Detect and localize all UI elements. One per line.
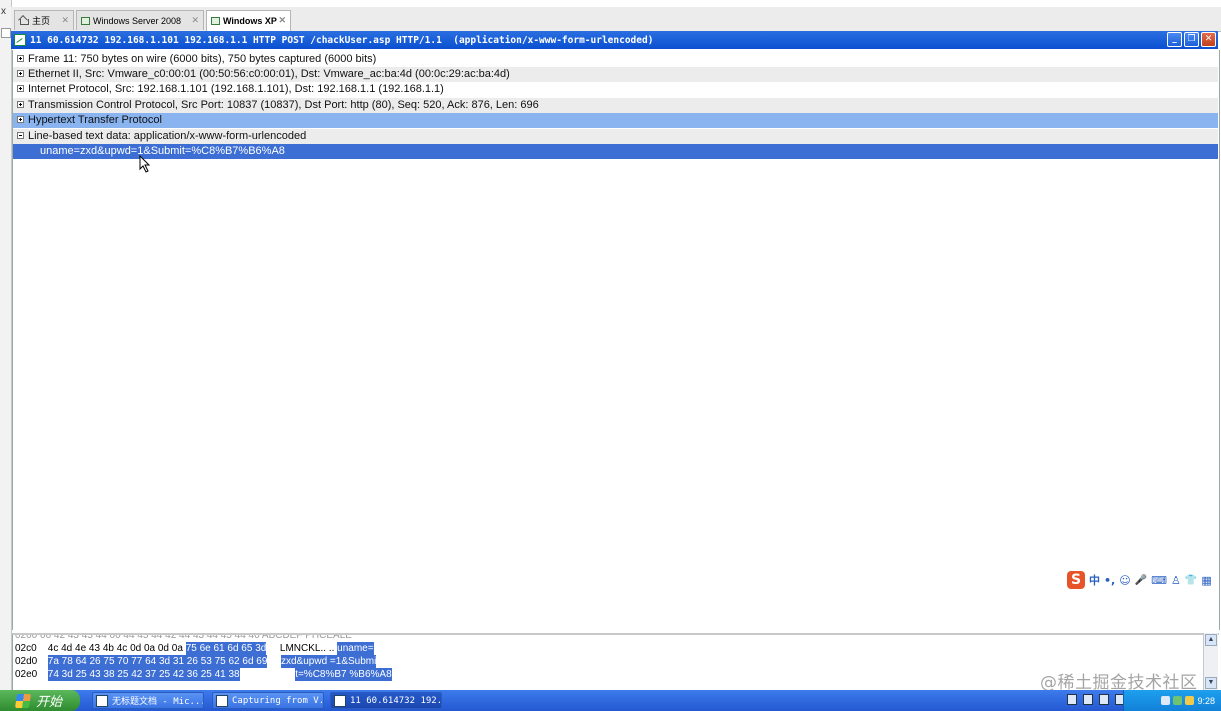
- bytes-row[interactable]: 02e0 74 3d 25 43 38 25 42 37 25 42 36 25…: [15, 668, 392, 681]
- tree-row-http[interactable]: Hypertext Transfer Protocol: [13, 113, 1218, 128]
- expand-icon[interactable]: [17, 70, 24, 77]
- close-button[interactable]: ✕: [1201, 32, 1216, 47]
- windows-logo-icon: [15, 693, 31, 708]
- expand-icon[interactable]: [17, 55, 24, 62]
- microphone-icon[interactable]: 🎤: [1135, 575, 1147, 586]
- mouse-cursor-icon: [139, 155, 151, 173]
- home-icon: [19, 16, 29, 25]
- taskbar: 开始 无标题文档 - Mic... Capturing from V... 11…: [0, 690, 1221, 711]
- tab-windows-xp[interactable]: Windows XP ✕: [206, 10, 291, 31]
- bytes-row[interactable]: 02d0 7a 78 64 26 75 70 77 64 3d 31 26 53…: [15, 655, 377, 668]
- vm-tab-bar: 主页 ✕ Windows Server 2008 ✕ Windows XP ✕: [11, 7, 1221, 32]
- user-icon[interactable]: ♙: [1171, 574, 1181, 587]
- expand-icon[interactable]: [17, 101, 24, 108]
- window-title-bar[interactable]: 11 60.614732 192.168.1.101 192.168.1.1 H…: [11, 31, 1218, 49]
- tab-home[interactable]: 主页 ✕: [14, 10, 74, 30]
- vm-icon: [81, 16, 90, 25]
- network-icon[interactable]: [1161, 696, 1171, 705]
- tree-row-ip[interactable]: Internet Protocol, Src: 192.168.1.101 (1…: [13, 82, 1218, 97]
- tab-windows-server-2008[interactable]: Windows Server 2008 ✕: [76, 10, 204, 30]
- sogou-logo-icon[interactable]: S: [1067, 571, 1085, 589]
- expand-icon[interactable]: [17, 116, 24, 123]
- tab-close-icon[interactable]: ✕: [278, 15, 286, 26]
- tree-row-tcp[interactable]: Transmission Control Protocol, Src Port:…: [13, 98, 1218, 113]
- tab-close-icon[interactable]: ✕: [61, 15, 69, 26]
- tree-row-ethernet[interactable]: Ethernet II, Src: Vmware_c0:00:01 (00:50…: [13, 67, 1218, 82]
- tab-close-icon[interactable]: ✕: [191, 15, 199, 26]
- document-icon: [96, 694, 108, 707]
- keyboard-icon[interactable]: [1067, 694, 1077, 705]
- ime-toolbar[interactable]: S 中 •, ☺ 🎤 ⌨ ♙ 👕 ▦: [1067, 570, 1212, 590]
- vm-icon: [211, 17, 220, 25]
- window-title: 11 60.614732 192.168.1.101 192.168.1.1 H…: [30, 34, 654, 46]
- expand-icon[interactable]: [17, 85, 24, 92]
- volume-icon[interactable]: [1185, 696, 1195, 705]
- skin-icon[interactable]: 👕: [1185, 575, 1197, 586]
- tab-label: Windows XP: [223, 16, 277, 26]
- scroll-down-icon[interactable]: ▼: [1205, 677, 1217, 689]
- collapse-icon[interactable]: [17, 132, 24, 139]
- wireshark-icon: [216, 694, 228, 707]
- pin-icon[interactable]: [1099, 694, 1109, 705]
- toolbox-icon[interactable]: ▦: [1201, 574, 1211, 587]
- help-icon[interactable]: [1083, 694, 1093, 705]
- punctuation-icon[interactable]: •,: [1104, 574, 1115, 587]
- taskbar-button-packet[interactable]: 11 60.614732 192...: [330, 692, 442, 709]
- packet-details-tree: Frame 11: 750 bytes on wire (6000 bits),…: [12, 50, 1220, 630]
- wireshark-icon: [14, 34, 26, 46]
- left-gutter: x: [0, 0, 12, 690]
- bytes-row-partial: 0200 00 42 43 45 44 00 44 45 44 42 44 43…: [15, 633, 352, 641]
- tree-row-form-data[interactable]: uname=zxd&upwd=1&Submit=%C8%B7%B6%A8: [13, 144, 1218, 159]
- packet-bytes-pane: 0200 00 42 43 45 44 00 44 45 44 42 44 43…: [12, 633, 1219, 692]
- taskbar-button-capturing[interactable]: Capturing from V...: [212, 692, 324, 709]
- ime-mode-toggle[interactable]: 中: [1089, 572, 1100, 588]
- system-tray: 9:28: [1123, 690, 1221, 711]
- tab-label: 主页: [32, 16, 51, 26]
- restore-button[interactable]: ❐: [1184, 32, 1199, 47]
- bytes-row[interactable]: 02c0 4c 4d 4e 43 4b 4c 0d 0a 0d 0a 75 6e…: [15, 642, 374, 655]
- emoji-icon[interactable]: ☺: [1119, 574, 1130, 587]
- bytes-scrollbar[interactable]: ▲ ▼: [1203, 633, 1218, 690]
- start-button[interactable]: 开始: [0, 690, 80, 711]
- clock[interactable]: 9:28: [1197, 696, 1215, 706]
- scroll-up-icon[interactable]: ▲: [1205, 634, 1217, 646]
- quick-tray-icons: [1067, 694, 1125, 705]
- tab-label: Windows Server 2008: [93, 15, 182, 26]
- tree-row-line-based-text[interactable]: Line-based text data: application/x-www-…: [13, 129, 1218, 144]
- wireshark-icon: [334, 694, 346, 707]
- keyboard-icon[interactable]: ⌨: [1151, 574, 1167, 587]
- dropdown-icon[interactable]: [1, 28, 11, 38]
- close-icon[interactable]: x: [1, 6, 6, 17]
- taskbar-button-document[interactable]: 无标题文档 - Mic...: [92, 692, 204, 709]
- tree-row-frame[interactable]: Frame 11: 750 bytes on wire (6000 bits),…: [13, 52, 1218, 67]
- security-icon[interactable]: [1173, 696, 1183, 705]
- minimize-button[interactable]: _: [1167, 32, 1182, 47]
